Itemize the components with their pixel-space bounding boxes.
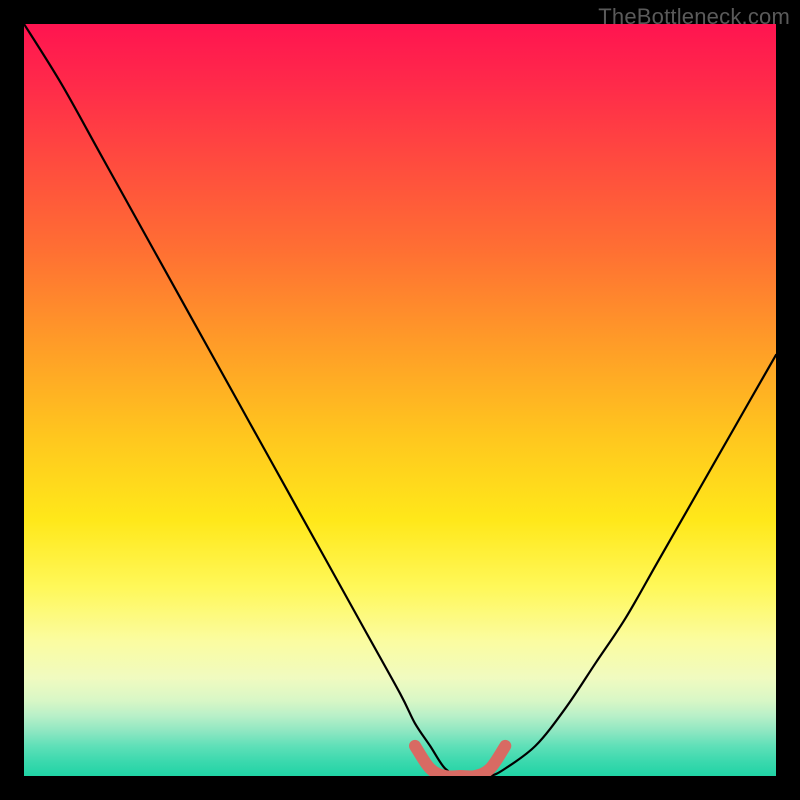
- plot-area: [24, 24, 776, 776]
- chart-svg: [24, 24, 776, 776]
- watermark-text: TheBottleneck.com: [598, 4, 790, 30]
- chart-frame: TheBottleneck.com: [0, 0, 800, 800]
- optimal-band: [415, 746, 505, 776]
- bottleneck-curve: [24, 24, 776, 776]
